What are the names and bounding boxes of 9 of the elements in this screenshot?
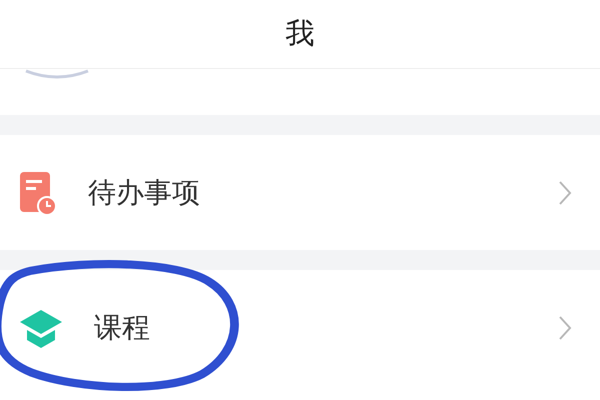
menu-item[interactable]: 课程 — [0, 270, 600, 385]
page-title: 我 — [286, 15, 314, 52]
clock-document-icon — [18, 170, 58, 216]
chevron-right-icon — [558, 314, 572, 340]
graduation-cap-icon — [18, 308, 64, 348]
menu-item[interactable]: 待办事项 — [0, 135, 600, 250]
chevron-right-icon — [558, 180, 572, 206]
item-label: 待办事项 — [88, 174, 201, 210]
item-label: 课程 — [94, 310, 151, 346]
